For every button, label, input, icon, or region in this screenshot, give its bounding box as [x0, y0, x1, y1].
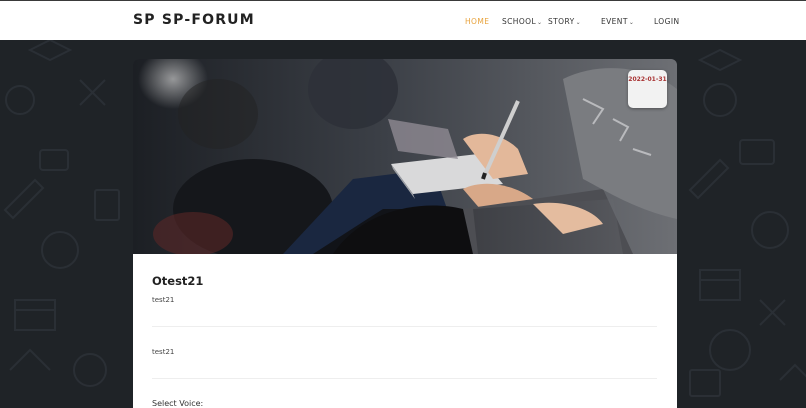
select-voice-label: Select Voice: [152, 399, 204, 408]
site-header: SP SP-FORUM HOME SCHOOL⌄ STORY⌄ EVENT⌄ L… [0, 0, 806, 40]
divider [152, 326, 657, 327]
nav-item-school[interactable]: SCHOOL⌄ [502, 17, 542, 26]
nav-item-label: HOME [465, 17, 490, 26]
divider [152, 378, 657, 379]
nav-item-login[interactable]: LOGIN [654, 17, 679, 26]
post-date: 2022-01-31 [628, 76, 667, 83]
post-card-body: Otest21 test21 test21 Select Voice: [133, 254, 677, 408]
chevron-down-icon: ⌄ [575, 19, 581, 26]
post-content: test21 [152, 348, 175, 356]
nav-item-label: STORY [548, 17, 575, 26]
post-date-badge: 2022-01-31 [628, 70, 667, 108]
nav-item-label: LOGIN [654, 17, 680, 26]
post-title: Otest21 [152, 274, 204, 288]
post-hero-image [133, 59, 677, 254]
nav-item-home[interactable]: HOME [465, 17, 489, 26]
page: SP SP-FORUM HOME SCHOOL⌄ STORY⌄ EVENT⌄ L… [0, 0, 806, 408]
chevron-down-icon: ⌄ [537, 19, 543, 26]
chevron-down-icon: ⌄ [628, 19, 635, 26]
post-summary: test21 [152, 296, 175, 304]
nav-item-story[interactable]: STORY⌄ [548, 17, 581, 26]
site-logo[interactable]: SP SP-FORUM [133, 12, 255, 28]
nav-item-event[interactable]: EVENT⌄ [601, 17, 634, 26]
nav-item-label: SCHOOL [502, 17, 537, 26]
nav-item-label: EVENT [601, 17, 628, 26]
